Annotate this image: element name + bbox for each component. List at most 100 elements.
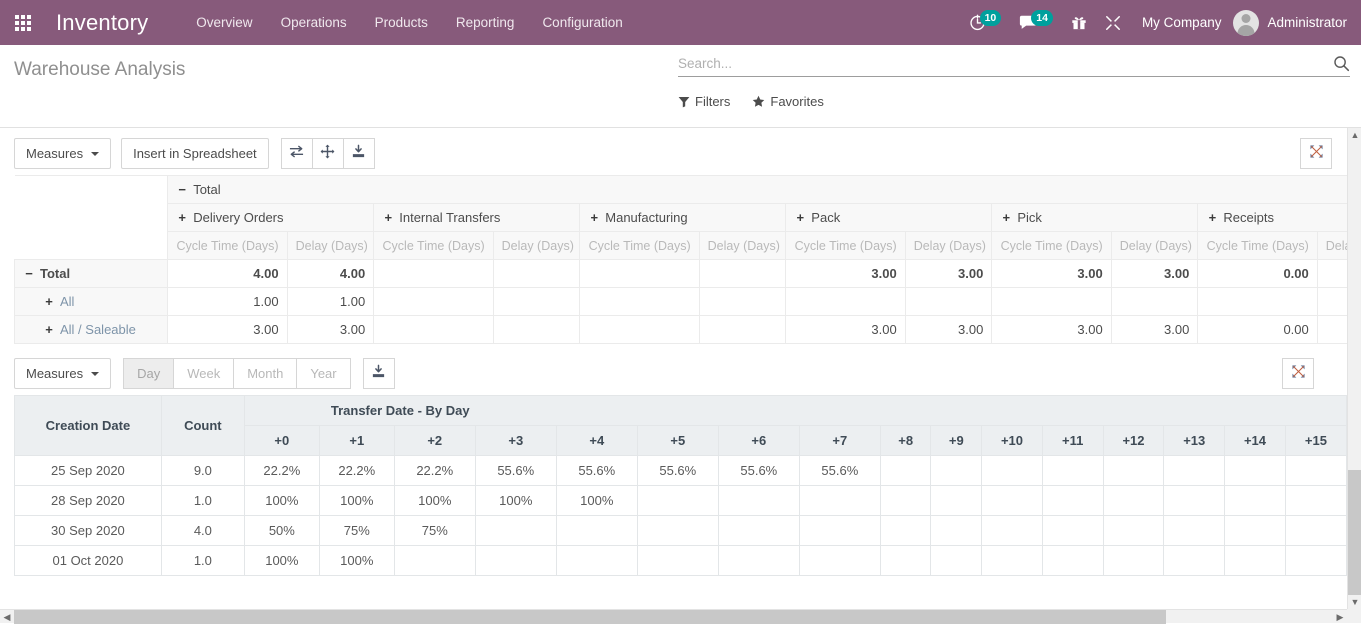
cohort-cell[interactable]: [718, 486, 799, 516]
cohort-cell[interactable]: [1042, 546, 1103, 576]
pivot-cell[interactable]: [992, 288, 1111, 316]
pivot-measure-delay[interactable]: Delay (Days): [493, 232, 580, 260]
pivot-cell[interactable]: 3.00: [905, 316, 992, 344]
pivot-cell[interactable]: [1317, 288, 1347, 316]
debug-menu[interactable]: [1096, 0, 1130, 45]
chevron-down-icon[interactable]: ▼: [1348, 595, 1361, 609]
cohort-row-count[interactable]: 1.0: [161, 486, 244, 516]
pivot-cell[interactable]: [699, 288, 786, 316]
pivot-row-header-all-saleable[interactable]: +All / Saleable: [15, 316, 168, 344]
menu-item-operations[interactable]: Operations: [267, 3, 361, 42]
cohort-download-button[interactable]: [363, 358, 395, 389]
horizontal-scrollbar[interactable]: ◀ ▶: [0, 609, 1361, 623]
pivot-cell[interactable]: [374, 316, 493, 344]
cohort-cell[interactable]: 100%: [244, 546, 319, 576]
pivot-col-total-header[interactable]: −Total: [168, 176, 1347, 204]
cohort-cell[interactable]: 100%: [556, 486, 637, 516]
cohort-cell[interactable]: [982, 456, 1043, 486]
pivot-colgroup-internal-transfers[interactable]: +Internal Transfers: [374, 204, 580, 232]
cohort-cell[interactable]: 55.6%: [718, 456, 799, 486]
pivot-row-header-all[interactable]: +All: [15, 288, 168, 316]
menu-item-overview[interactable]: Overview: [182, 3, 266, 42]
search-icon[interactable]: [1333, 55, 1350, 72]
chevron-up-icon[interactable]: ▲: [1348, 128, 1361, 142]
cohort-cell[interactable]: [799, 486, 880, 516]
cohort-cell[interactable]: [931, 456, 982, 486]
favorites-dropdown[interactable]: Favorites: [752, 94, 823, 109]
vertical-scrollbar[interactable]: ▲ ▼: [1347, 128, 1361, 609]
pivot-cell[interactable]: 3.00: [1111, 316, 1198, 344]
cohort-cell[interactable]: [931, 516, 982, 546]
pivot-cell[interactable]: 3.00: [168, 316, 287, 344]
pivot-cell[interactable]: [905, 288, 992, 316]
pivot-download-button[interactable]: [343, 138, 375, 169]
search-input[interactable]: [678, 56, 1333, 71]
cohort-cell[interactable]: [931, 546, 982, 576]
cohort-cell[interactable]: [1103, 546, 1164, 576]
cohort-cell[interactable]: [637, 516, 718, 546]
pivot-cell[interactable]: 3.00: [992, 316, 1111, 344]
pivot-cell[interactable]: 3.00: [905, 260, 992, 288]
pivot-measure-delay[interactable]: Delay (Days): [905, 232, 992, 260]
cohort-cell[interactable]: [1225, 546, 1286, 576]
cohort-cell[interactable]: 100%: [244, 486, 319, 516]
cohort-cell[interactable]: [1164, 546, 1225, 576]
pivot-cell[interactable]: 4.00: [287, 260, 374, 288]
cohort-cell[interactable]: [475, 546, 556, 576]
cohort-cell[interactable]: 55.6%: [799, 456, 880, 486]
pivot-measure-cycle-time[interactable]: Cycle Time (Days): [168, 232, 287, 260]
pivot-row-header-total[interactable]: −Total: [15, 260, 168, 288]
cohort-row-count[interactable]: 4.0: [161, 516, 244, 546]
cohort-cell[interactable]: [799, 516, 880, 546]
cohort-cell[interactable]: 55.6%: [637, 456, 718, 486]
pivot-measure-delay[interactable]: Delay (Days): [287, 232, 374, 260]
menu-item-products[interactable]: Products: [361, 3, 442, 42]
cohort-cell[interactable]: [718, 546, 799, 576]
cohort-interval-month[interactable]: Month: [233, 358, 297, 389]
expand-all-button[interactable]: [312, 138, 344, 169]
cohort-cell[interactable]: [1042, 456, 1103, 486]
cohort-row-count[interactable]: 1.0: [161, 546, 244, 576]
cohort-cell[interactable]: [799, 546, 880, 576]
cohort-cell[interactable]: [394, 546, 475, 576]
pivot-measure-delay[interactable]: Delay (Days): [1111, 232, 1198, 260]
cohort-fullscreen-button[interactable]: [1282, 358, 1314, 389]
pivot-cell[interactable]: [374, 260, 493, 288]
apps-menu-toggle[interactable]: [0, 0, 46, 45]
cohort-cell[interactable]: [1225, 516, 1286, 546]
pivot-measure-cycle-time[interactable]: Cycle Time (Days): [992, 232, 1111, 260]
pivot-cell[interactable]: 3.00: [287, 316, 374, 344]
cohort-cell[interactable]: [1225, 486, 1286, 516]
cohort-cell[interactable]: [1225, 456, 1286, 486]
cohort-cell[interactable]: [931, 486, 982, 516]
cohort-cell[interactable]: 50%: [244, 516, 319, 546]
vertical-scrollbar-thumb[interactable]: [1348, 470, 1361, 595]
chevron-right-icon[interactable]: ▶: [1333, 610, 1347, 624]
pivot-cell[interactable]: 0.00: [1317, 316, 1347, 344]
insert-in-spreadsheet-button[interactable]: Insert in Spreadsheet: [121, 138, 269, 169]
cohort-cell[interactable]: [718, 516, 799, 546]
horizontal-scrollbar-thumb[interactable]: [14, 610, 1166, 624]
user-menu[interactable]: Administrator: [1233, 10, 1351, 36]
activities-menu[interactable]: 10: [960, 0, 1011, 45]
pivot-cell[interactable]: 0.00: [1198, 316, 1317, 344]
cohort-cell[interactable]: 75%: [319, 516, 394, 546]
pivot-cell[interactable]: 3.00: [1111, 260, 1198, 288]
pivot-cell[interactable]: 3.00: [992, 260, 1111, 288]
cohort-cell[interactable]: [1164, 486, 1225, 516]
pivot-cell[interactable]: [493, 288, 580, 316]
cohort-cell[interactable]: 75%: [394, 516, 475, 546]
cohort-cell[interactable]: 22.2%: [319, 456, 394, 486]
cohort-cell[interactable]: 100%: [394, 486, 475, 516]
pivot-measure-cycle-time[interactable]: Cycle Time (Days): [374, 232, 493, 260]
pivot-cell[interactable]: [493, 316, 580, 344]
pivot-cell[interactable]: 4.00: [168, 260, 287, 288]
cohort-cell[interactable]: [982, 516, 1043, 546]
pivot-cell[interactable]: 0.00: [1198, 260, 1317, 288]
company-switcher[interactable]: My Company: [1130, 15, 1234, 30]
filters-dropdown[interactable]: Filters: [678, 94, 730, 109]
pivot-cell[interactable]: [786, 288, 905, 316]
pivot-cell[interactable]: [699, 316, 786, 344]
pivot-measures-button[interactable]: Measures: [14, 138, 111, 169]
menu-item-configuration[interactable]: Configuration: [528, 3, 636, 42]
